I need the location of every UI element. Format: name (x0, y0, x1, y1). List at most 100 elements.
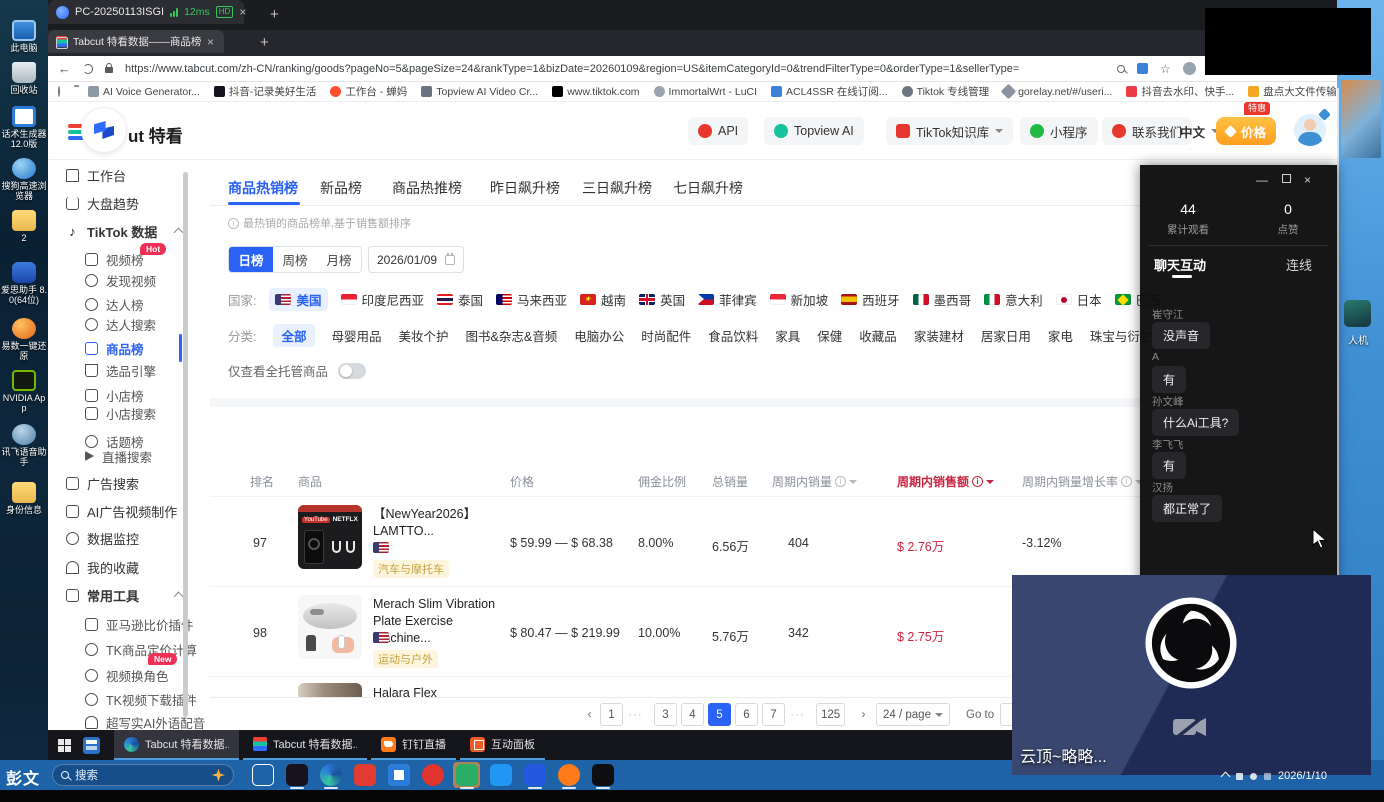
sidebar-item-creator-search[interactable]: 达人搜索 (85, 315, 156, 333)
page-ellipsis[interactable]: ··· (786, 703, 809, 726)
tab-connect[interactable]: 连线 (1286, 255, 1312, 274)
sidebar-item-video-download[interactable]: TK视频下载插件 (85, 690, 197, 708)
country-gb[interactable]: 英国 (639, 290, 685, 309)
tabcut-app-icon[interactable] (524, 764, 546, 786)
refresh-icon[interactable] (83, 64, 93, 74)
close-icon[interactable]: × (1304, 174, 1311, 186)
bookmark-item[interactable]: Topview AI Video Cr... (421, 86, 538, 98)
sidebar-item-ai-ad-video[interactable]: AI广告视频制作 (66, 502, 177, 520)
page-3[interactable]: 3 (654, 703, 677, 726)
page-ellipsis[interactable]: ··· (624, 703, 647, 726)
category-item[interactable]: 美妆个护 (399, 326, 449, 345)
price-button[interactable]: 价格 (1216, 117, 1276, 145)
sidebar-item-amazon-compare[interactable]: 亚马逊比价插件 (85, 615, 194, 633)
bookmark-item[interactable]: gorelay.net/#/useri... (1003, 86, 1112, 98)
page-6[interactable]: 6 (735, 703, 758, 726)
close-tab-icon[interactable]: × (207, 36, 214, 48)
start-button[interactable] (58, 739, 71, 752)
edge-app-icon[interactable] (320, 764, 342, 786)
page-125[interactable]: 125 (816, 703, 845, 726)
tray-date[interactable]: 2026/1/10 (1278, 770, 1327, 782)
sidebar-item-live-search[interactable]: 直播搜索 (85, 447, 152, 465)
bookmark-item[interactable]: ACL4SSR 在线订阅... (771, 84, 888, 99)
find-icon[interactable] (1117, 65, 1125, 73)
category-item[interactable]: 家具 (775, 326, 800, 345)
volume-icon[interactable] (1250, 773, 1257, 780)
nav-knowledge-button[interactable]: TikTok知识库 (886, 117, 1013, 145)
sidebar-group-tiktok-data[interactable]: ♪TikTok 数据 (66, 222, 182, 240)
ime-icon[interactable] (1264, 773, 1271, 780)
bookmark-item[interactable]: www.tiktok.com (552, 86, 639, 98)
nav-miniapp-button[interactable]: 小程序 (1020, 117, 1098, 145)
maximize-icon[interactable] (1282, 174, 1291, 183)
sidebar-item-video-role-swap[interactable]: 视频换角色 (85, 666, 169, 684)
douyin-app-icon[interactable] (286, 764, 308, 786)
sidebar-item-creator-rank[interactable]: 达人榜 (85, 295, 144, 313)
country-us[interactable]: 美国 (269, 288, 327, 311)
prev-page-icon[interactable]: ‹ (578, 703, 601, 726)
page-7[interactable]: 7 (762, 703, 785, 726)
bookmark-item[interactable]: 盘点大文件传输网... (1248, 84, 1337, 99)
taskbar-edge-tabcut[interactable]: Tabcut 特看数据... (114, 730, 239, 760)
url-text[interactable]: https://www.tabcut.com/zh-CN/ranking/goo… (125, 63, 1105, 75)
country-my[interactable]: 马来西亚 (496, 290, 567, 309)
tab-7day-rising[interactable]: 七日飙升榜 (673, 178, 743, 198)
extension-icon[interactable] (1137, 63, 1148, 74)
next-page-icon[interactable]: › (852, 703, 875, 726)
country-es[interactable]: 西班牙 (841, 290, 900, 309)
desktop-icon-folder-2[interactable]: 2 (0, 210, 48, 243)
sidebar-item-product-rank[interactable]: 商品榜 (85, 339, 144, 357)
sidebar-item-market-trends[interactable]: 大盘趋势 (66, 194, 139, 212)
country-id[interactable]: 印度尼西亚 (341, 290, 425, 309)
new-session-icon[interactable]: + (270, 7, 279, 22)
desktop-icon-iflytek-voice[interactable]: 讯飞语音助手 (0, 424, 48, 468)
desktop-icon-this-pc[interactable]: 此电脑 (0, 20, 48, 53)
bookmark-item[interactable]: 工作台 - 蝉妈 (330, 84, 407, 99)
period-monthly[interactable]: 月榜 (317, 247, 361, 272)
sidebar-item-discover-video[interactable]: 发现视频 (85, 271, 156, 289)
meeting-app-icon[interactable] (388, 764, 410, 786)
page-1[interactable]: 1 (600, 703, 623, 726)
network-icon[interactable] (1236, 773, 1243, 780)
product-image[interactable]: YouTube NETFLX (298, 505, 362, 569)
period-weekly[interactable]: 周榜 (273, 247, 317, 272)
tab-3day-rising[interactable]: 三日飙升榜 (582, 178, 652, 198)
period-selector[interactable]: 日榜 周榜 月榜 (228, 246, 362, 273)
page-4[interactable]: 4 (681, 703, 704, 726)
product-title[interactable]: 【NewYear2026】LAMTTO... (373, 506, 513, 540)
tab-hot-promoted[interactable]: 商品热推榜 (392, 178, 462, 198)
sidebar-item-pricing-calc[interactable]: TK商品定价计算 (85, 640, 197, 658)
col-period-sales[interactable]: 周期内销量i (772, 473, 857, 490)
category-item[interactable]: 居家日用 (981, 326, 1031, 345)
desktop-icon-nvidia-app[interactable]: NVIDIA App (0, 370, 48, 414)
page-size-select[interactable]: 24 / page (876, 703, 950, 726)
country-jp[interactable]: 日本 (1056, 290, 1102, 309)
sidebar-item-ad-search[interactable]: 广告搜索 (66, 474, 139, 492)
browser-tab[interactable]: Tabcut 特看数据——商品榜 × (48, 30, 224, 53)
side-panel-icon[interactable] (58, 86, 60, 97)
logo-text[interactable]: ut 特看 (128, 122, 183, 147)
wechat-app-icon[interactable] (456, 764, 478, 786)
capcut-app-icon[interactable] (592, 764, 614, 786)
desktop-icon-yishu-restore[interactable]: 易数一键还原 (0, 318, 48, 362)
desktop-icon-aisi-assistant[interactable]: 爱思助手 8.0(64位) (0, 262, 48, 306)
sidebar-item-data-monitor[interactable]: 数据监控 (66, 529, 139, 547)
red-app-icon[interactable] (422, 764, 444, 786)
dingtalk-app-icon[interactable] (558, 764, 580, 786)
category-item[interactable]: 电脑办公 (574, 326, 624, 345)
product-title[interactable]: Merach Slim Vibration Plate Exercise Mac… (373, 596, 513, 647)
category-item[interactable]: 保健 (817, 326, 842, 345)
bookmark-item[interactable]: AI Voice Generator... (88, 86, 200, 98)
tab-hot-sales[interactable]: 商品热销榜 (228, 178, 298, 198)
profile-avatar-icon[interactable] (1183, 62, 1196, 75)
page-5-current[interactable]: 5 (708, 703, 731, 726)
blue-app-icon[interactable] (490, 764, 512, 786)
country-mx[interactable]: 墨西哥 (913, 290, 972, 309)
nav-topview-button[interactable]: Topview AI (764, 117, 864, 145)
sidebar-item-video-rank[interactable]: 视频榜 (85, 250, 144, 268)
sidebar-item-product-engine[interactable]: 选品引擎 (85, 361, 156, 379)
col-growth[interactable]: 周期内销量增长率i (1022, 473, 1143, 490)
desktop-icon-recycle-bin[interactable]: 回收站 (0, 62, 48, 95)
user-avatar[interactable] (1294, 114, 1326, 146)
country-it[interactable]: 意大利 (984, 290, 1043, 309)
